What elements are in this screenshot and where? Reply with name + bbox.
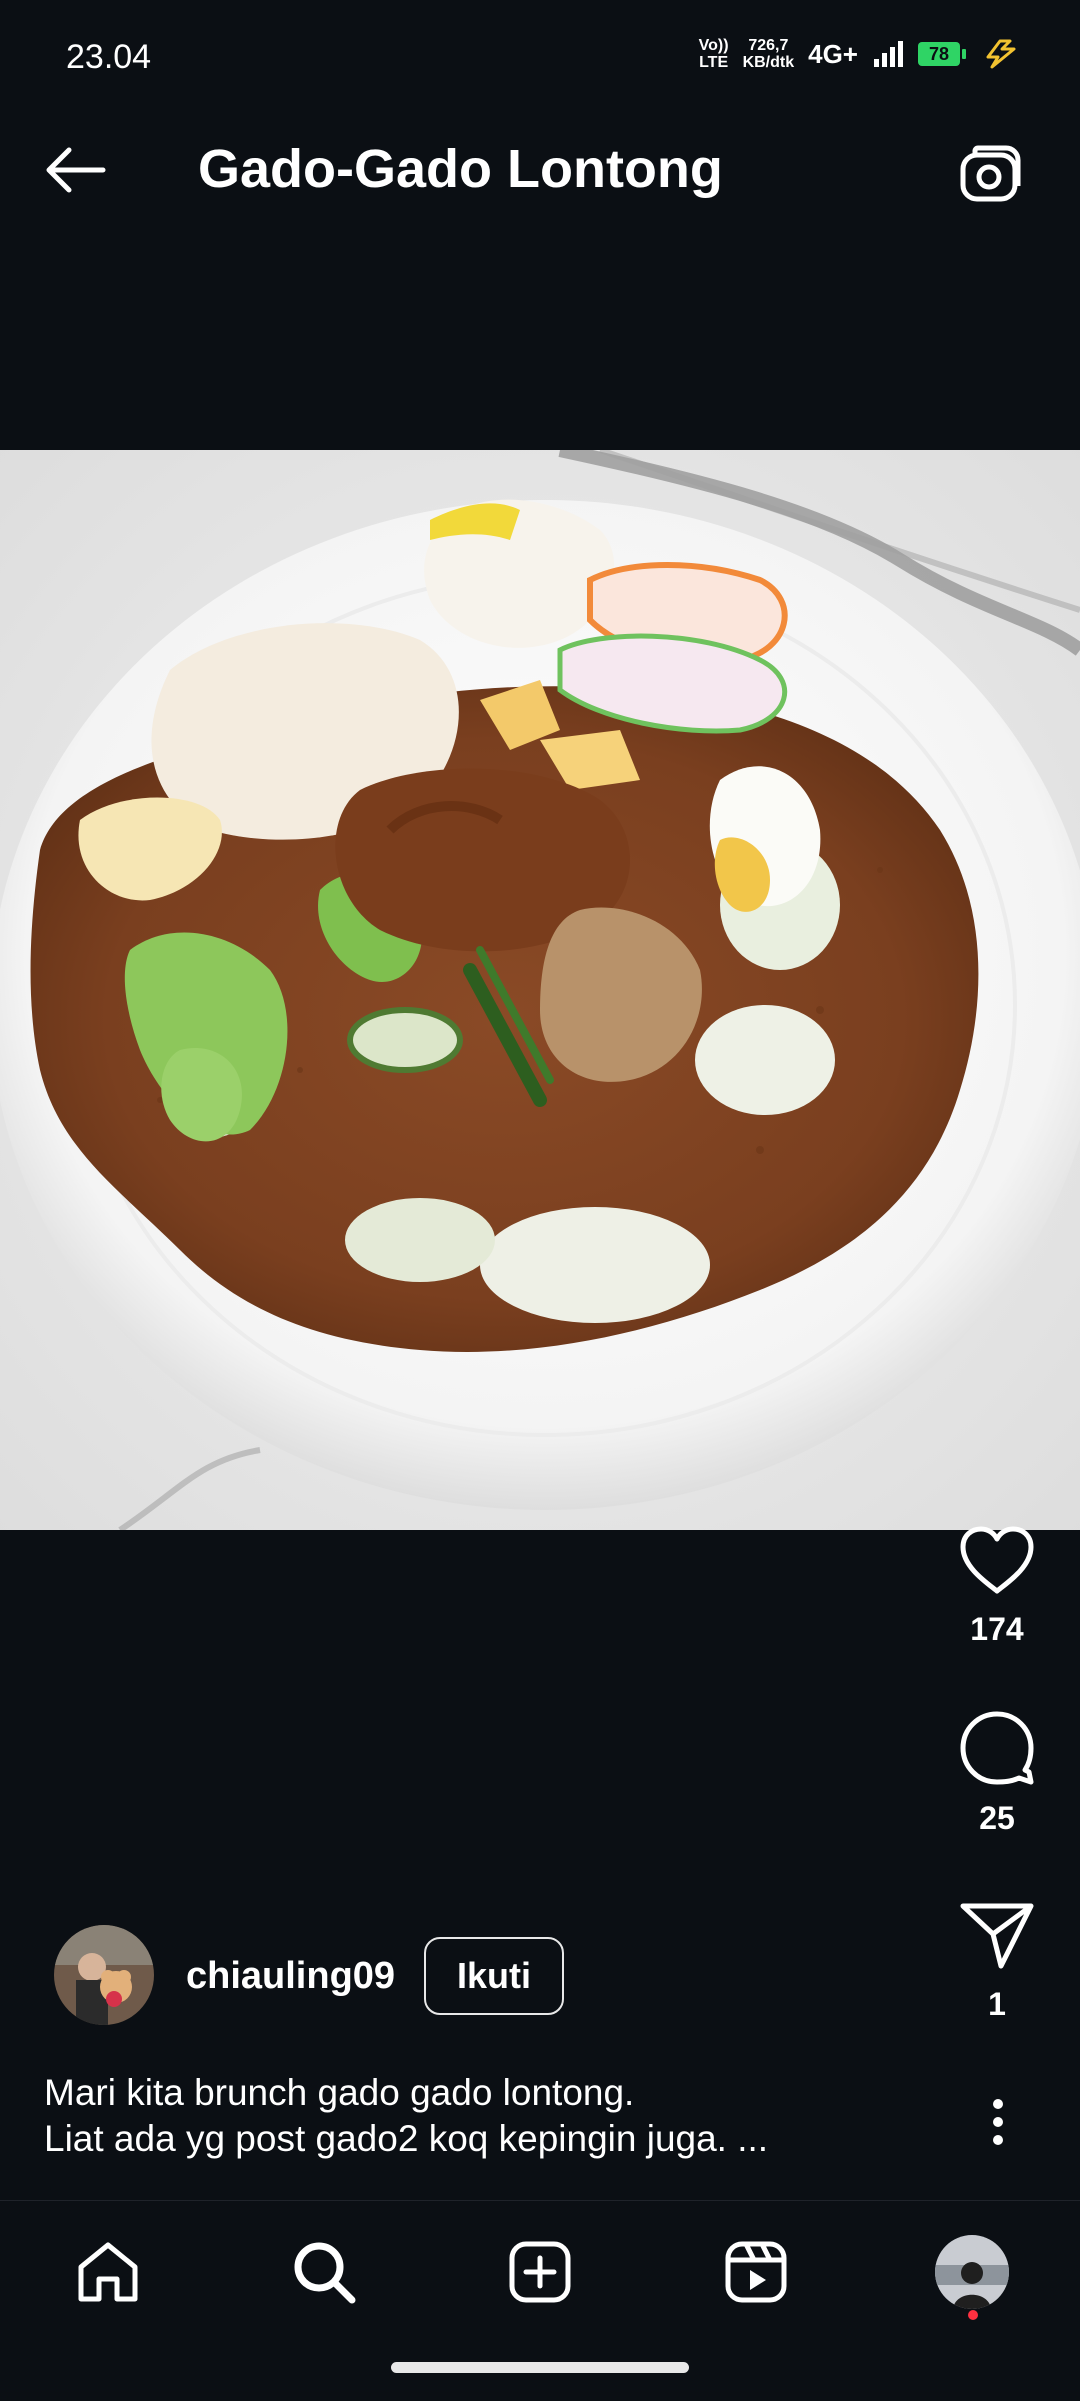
volte-line1: Vo)) xyxy=(698,37,729,54)
home-icon xyxy=(78,2242,138,2302)
send-icon xyxy=(960,1903,1034,1969)
camera-icon xyxy=(960,145,1021,202)
avatar-image xyxy=(54,1925,154,2025)
camera-button[interactable] xyxy=(950,135,1032,215)
battery-tip xyxy=(962,49,966,59)
more-options-button[interactable] xyxy=(970,2092,1026,2152)
network-speed-unit: KB/dtk xyxy=(742,54,795,71)
comment-count: 25 xyxy=(979,1800,1015,1836)
reels-icon xyxy=(725,2241,787,2303)
like-count: 174 xyxy=(970,1611,1024,1647)
nav-search[interactable] xyxy=(270,2222,378,2322)
nav-create[interactable] xyxy=(486,2222,594,2322)
volte-indicator: Vo)) LTE xyxy=(699,37,729,71)
profile-avatar-image xyxy=(935,2235,1009,2309)
volte-line2: LTE xyxy=(699,54,729,71)
more-vertical-icon xyxy=(993,2099,1003,2145)
arrow-left-icon xyxy=(46,147,106,193)
caption-line-1: Mari kita brunch gado gado lontong. xyxy=(44,2072,635,2113)
comment-button[interactable]: 25 xyxy=(927,1710,1067,1837)
home-indicator[interactable] xyxy=(391,2362,689,2373)
battery-icon: 78 xyxy=(918,42,966,66)
food-photo-image xyxy=(0,450,1080,1530)
follow-button[interactable]: Ikuti xyxy=(424,1937,564,2015)
status-icons: Vo)) LTE 726,7 KB/dtk 4G+ 78 xyxy=(699,34,1020,74)
network-speed-value: 726,7 xyxy=(748,37,789,54)
heart-icon xyxy=(960,1526,1034,1594)
search-icon xyxy=(294,2242,356,2304)
author-username[interactable]: chiauling09 xyxy=(186,1955,395,1998)
nav-home[interactable] xyxy=(54,2222,162,2322)
comment-icon xyxy=(960,1711,1034,1785)
notification-dot xyxy=(968,2310,978,2320)
post-caption[interactable]: Mari kita brunch gado gado lontong. Liat… xyxy=(44,2070,864,2162)
profile-avatar xyxy=(935,2235,1009,2309)
network-type: 4G+ xyxy=(808,38,858,69)
share-button[interactable]: 1 xyxy=(927,1900,1067,2023)
charging-icon xyxy=(986,39,1016,69)
nav-reels[interactable] xyxy=(702,2222,810,2322)
share-count: 1 xyxy=(988,1986,1006,2022)
create-icon xyxy=(509,2241,571,2303)
caption-line-2: Liat ada yg post gado2 koq kepingin juga… xyxy=(44,2118,769,2159)
status-time: 23.04 xyxy=(66,38,152,76)
author-avatar[interactable] xyxy=(54,1925,154,2025)
post-photo[interactable] xyxy=(0,450,1080,1530)
page-title: Gado-Gado Lontong xyxy=(198,139,723,199)
nav-profile[interactable] xyxy=(918,2222,1026,2322)
like-button[interactable]: 174 xyxy=(927,1525,1067,1648)
signal-icon xyxy=(874,41,903,67)
battery-level: 78 xyxy=(918,42,960,66)
back-button[interactable] xyxy=(30,130,120,210)
network-speed: 726,7 KB/dtk xyxy=(743,37,795,71)
